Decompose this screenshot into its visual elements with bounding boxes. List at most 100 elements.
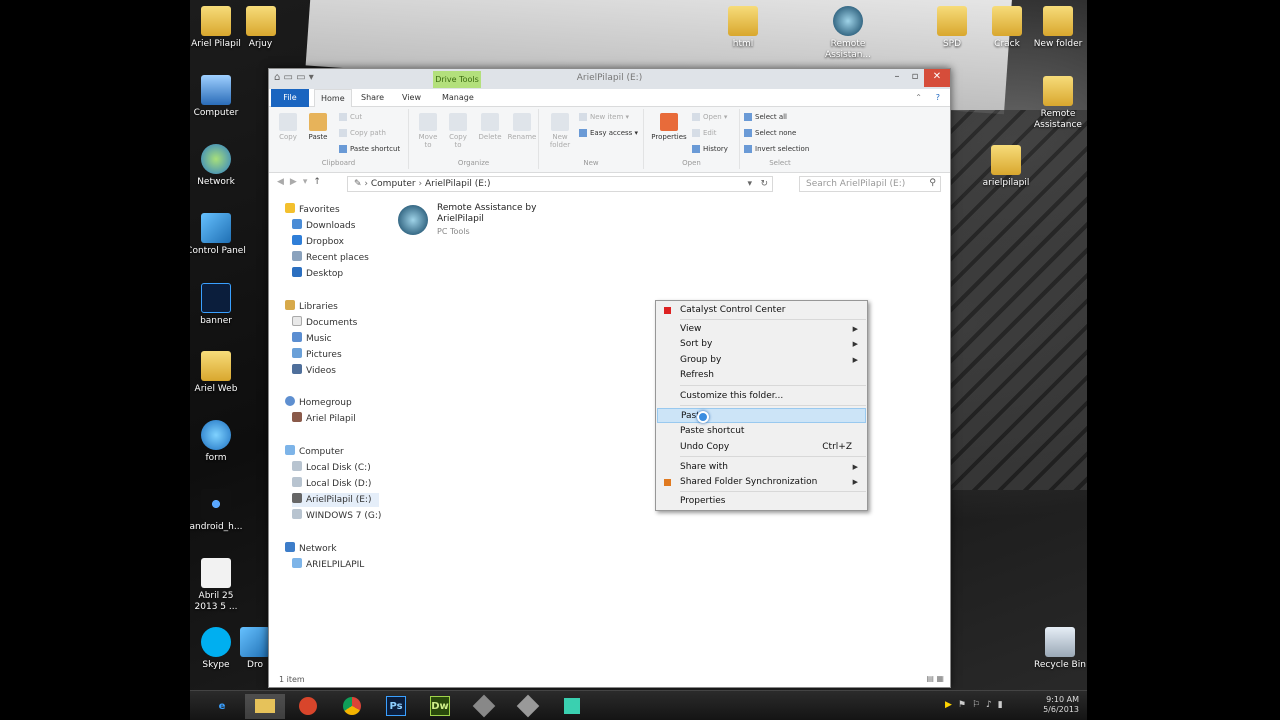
nav-computer[interactable]: Computer [285,445,344,459]
desktop-icon-html[interactable]: html [713,6,773,50]
menu-item-paste-shortcut[interactable]: Paste shortcut [657,424,866,439]
desktop-icon-arielpilapil[interactable]: arielpilapil [976,145,1036,189]
desktop-icon-new-folder[interactable]: New folder [1028,6,1087,50]
nav-dropbox[interactable]: Dropbox [292,235,344,249]
taskbar-file-explorer[interactable] [245,694,285,719]
taskbar-app-red[interactable] [288,694,328,719]
menu-item-refresh[interactable]: Refresh [657,368,866,383]
delete-button[interactable]: Delete [475,113,505,141]
rename-button[interactable]: Rename [507,113,537,141]
nav-desktop[interactable]: Desktop [292,267,343,281]
search-input[interactable]: Search ArielPilapil (E:) ⚲ [799,176,941,192]
edit-button[interactable]: Edit [692,129,717,137]
menu-item-properties[interactable]: Properties [657,494,866,509]
nav-drive-e[interactable]: ArielPilapil (E:) [292,493,380,507]
menu-item-view[interactable]: View ▶ [657,322,866,337]
address-bar[interactable]: ✎ › Computer › ArielPilapil (E:) ▾ ↻ [347,176,773,192]
close-icon[interactable]: ✕ [924,69,950,87]
open-button[interactable]: Open ▾ [692,113,727,121]
nav-drive-g[interactable]: WINDOWS 7 (G:) [292,509,381,523]
desktop-icon-android[interactable]: android_h... [190,489,246,533]
nav-local-disk-c[interactable]: Local Disk (C:) [292,461,371,475]
view-toggle-icons[interactable]: ▤ ▦ [926,674,944,683]
minimize-icon[interactable]: – [888,69,906,87]
copy-to-button[interactable]: Copy to [445,113,471,149]
desktop-icon-recycle-bin[interactable]: Recycle Bin [1030,627,1087,671]
desktop-icon-remote-assistance-folder[interactable]: Remote Assistance [1028,76,1087,131]
taskbar-ie[interactable]: e [202,694,242,719]
select-none-button[interactable]: Select none [744,129,796,137]
menu-item-group-by[interactable]: Group by ▶ [657,353,866,368]
tab-view[interactable]: View [396,89,427,107]
cut-button[interactable]: Cut [339,113,362,121]
menu-item-paste[interactable]: Paste [657,408,866,423]
recent-locations-icon[interactable]: ▾ [303,177,314,187]
select-all-button[interactable]: Select all [744,113,787,121]
nav-network-pc[interactable]: ARIELPILAPIL [292,558,364,572]
breadcrumb-computer[interactable]: Computer [371,179,416,189]
nav-videos[interactable]: Videos [292,364,336,378]
taskbar-dreamweaver[interactable]: Dw [420,694,460,719]
history-button[interactable]: History [692,145,728,153]
invert-selection-button[interactable]: Invert selection [744,145,809,153]
nav-pictures[interactable]: Pictures [292,348,342,362]
nav-documents[interactable]: Documents [292,316,357,330]
copy-button[interactable]: Copy [275,113,301,141]
new-item-button[interactable]: New item ▾ [579,113,629,121]
title-bar[interactable]: ⌂ ▭ ▭ ▾ Drive Tools ArielPilapil (E:) – … [269,69,950,89]
file-item-remote-assistance[interactable]: Remote Assistance by ArielPilapil PC Tool… [398,203,538,239]
menu-item-sort-by[interactable]: Sort by ▶ [657,337,866,352]
nav-recent-places[interactable]: Recent places [292,251,369,265]
desktop-icon-remote-assistance-shortcut[interactable]: Remote Assistan... [818,6,878,61]
taskbar-app-3[interactable] [552,694,592,719]
tab-home[interactable]: Home [314,89,352,107]
menu-item-catalyst[interactable]: Catalyst Control Center [657,303,866,318]
menu-item-undo-copy[interactable]: Undo Copy Ctrl+Z [657,440,866,455]
nav-downloads[interactable]: Downloads [292,219,355,233]
nav-libraries[interactable]: Libraries [285,300,338,314]
tab-manage[interactable]: Manage [436,89,480,107]
menu-item-customize[interactable]: Customize this folder... [657,389,866,404]
nav-favorites[interactable]: Favorites [285,203,340,217]
desktop-icon-banner[interactable]: banner [190,283,246,327]
desktop-icon-computer[interactable]: Computer [190,75,246,119]
desktop-icon-ariel-web[interactable]: Ariel Web [190,351,246,395]
paste-button[interactable]: Paste [305,113,331,141]
system-tray-icons[interactable]: ▶⚑⚐♪▮ [945,700,1009,710]
taskbar-app-1[interactable] [464,694,504,719]
desktop-icon-abril[interactable]: Abril 25 2013 5 ... [190,558,246,613]
taskbar-app-2[interactable] [508,694,548,719]
paste-shortcut-button[interactable]: Paste shortcut [339,145,400,153]
properties-button[interactable]: Properties [648,113,690,141]
menu-item-shared-folder-sync[interactable]: Shared Folder Synchronization ▶ [657,475,866,490]
help-icon[interactable]: ? [930,89,946,107]
menu-item-share-with[interactable]: Share with ▶ [657,460,866,475]
address-dropdown-icon[interactable]: ▾ [747,179,752,189]
nav-homegroup[interactable]: Homegroup [285,396,352,410]
tab-share[interactable]: Share [355,89,390,107]
up-icon[interactable]: ↑ [313,177,327,187]
refresh-icon[interactable]: ↻ [760,179,768,189]
desktop-icon-arjuy[interactable]: Arjuy [238,6,283,50]
tab-file[interactable]: File [271,89,309,107]
expand-ribbon-icon[interactable]: ⌃ [909,89,928,107]
new-folder-button[interactable]: New folder [545,113,575,149]
clock[interactable]: 9:10 AM 5/6/2013 [1043,695,1079,715]
desktop-icon-dro[interactable]: Dro [240,627,270,671]
taskbar-chrome[interactable] [332,694,372,719]
desktop-icon-form[interactable]: form [190,420,246,464]
nav-local-disk-d[interactable]: Local Disk (D:) [292,477,371,491]
nav-network[interactable]: Network [285,542,337,556]
back-icon[interactable]: ◀ [277,177,290,187]
nav-music[interactable]: Music [292,332,332,346]
desktop-icon-spd[interactable]: SPD [922,6,982,50]
nav-homegroup-user[interactable]: Ariel Pilapil [292,412,356,426]
taskbar-photoshop[interactable]: Ps [376,694,416,719]
desktop-icon-skype[interactable]: Skype [190,627,246,671]
easy-access-button[interactable]: Easy access ▾ [579,129,638,137]
maximize-icon[interactable]: ▫ [906,69,924,87]
desktop-icon-control-panel[interactable]: Control Panel [190,213,246,257]
desktop-icon-network[interactable]: Network [190,144,246,188]
forward-icon[interactable]: ▶ [290,177,303,187]
breadcrumb-drive[interactable]: ArielPilapil (E:) [425,179,490,189]
